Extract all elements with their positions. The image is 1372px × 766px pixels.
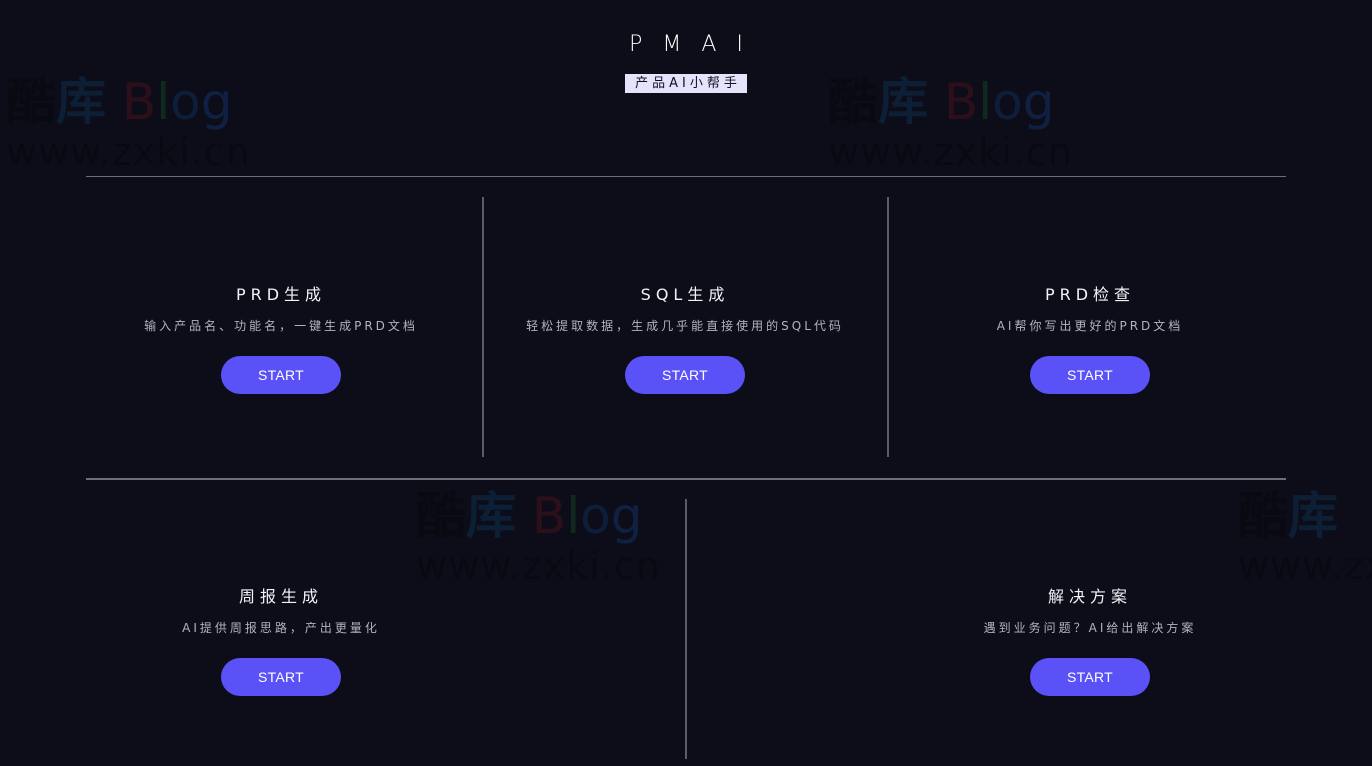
card-prd-check: PRD检查 AI帮你写出更好的PRD文档 START	[895, 284, 1285, 394]
start-button-solution[interactable]: START	[1030, 658, 1150, 696]
card-sql-generate: SQL生成 轻松提取数据，生成几乎能直接使用的SQL代码 START	[490, 284, 880, 394]
start-button-prd-generate[interactable]: START	[221, 356, 341, 394]
card-description: 遇到业务问题？AI给出解决方案	[983, 621, 1197, 635]
card-title: PRD检查	[1044, 285, 1136, 304]
card-title: PRD生成	[235, 285, 327, 304]
card-prd-generate: PRD生成 输入产品名、功能名，一键生成PRD文档 START	[86, 284, 476, 394]
card-title: 解决方案	[1047, 587, 1132, 606]
card-description: 轻松提取数据，生成几乎能直接使用的SQL代码	[526, 319, 844, 333]
card-title: 周报生成	[238, 587, 323, 606]
tagline-wrap: 产品AI小帮手	[0, 72, 1372, 93]
card-description: 输入产品名、功能名，一键生成PRD文档	[144, 319, 418, 333]
divider-vertical-1	[482, 197, 484, 457]
divider-vertical-2	[887, 197, 889, 457]
divider-top	[86, 176, 1286, 177]
start-button-sql-generate[interactable]: START	[625, 356, 745, 394]
divider-vertical-3	[685, 499, 687, 759]
app-logo: PMAI	[629, 32, 763, 57]
card-weekly-report: 周报生成 AI提供周报思路，产出更量化 START	[86, 586, 476, 696]
start-button-weekly-report[interactable]: START	[221, 658, 341, 696]
watermark: 酷库 www.zxki.cn	[1238, 487, 1372, 588]
card-title: SQL生成	[640, 285, 730, 304]
watermark: 酷库 Blog www.zxki.cn	[416, 487, 661, 588]
card-description: AI帮你写出更好的PRD文档	[996, 319, 1184, 333]
app-tagline: 产品AI小帮手	[625, 74, 747, 93]
divider-middle	[86, 478, 1286, 480]
card-solution: 解决方案 遇到业务问题？AI给出解决方案 START	[895, 586, 1285, 696]
card-description: AI提供周报思路，产出更量化	[182, 621, 380, 635]
start-button-prd-check[interactable]: START	[1030, 356, 1150, 394]
watermark-url: www.zxki.cn	[6, 130, 251, 174]
